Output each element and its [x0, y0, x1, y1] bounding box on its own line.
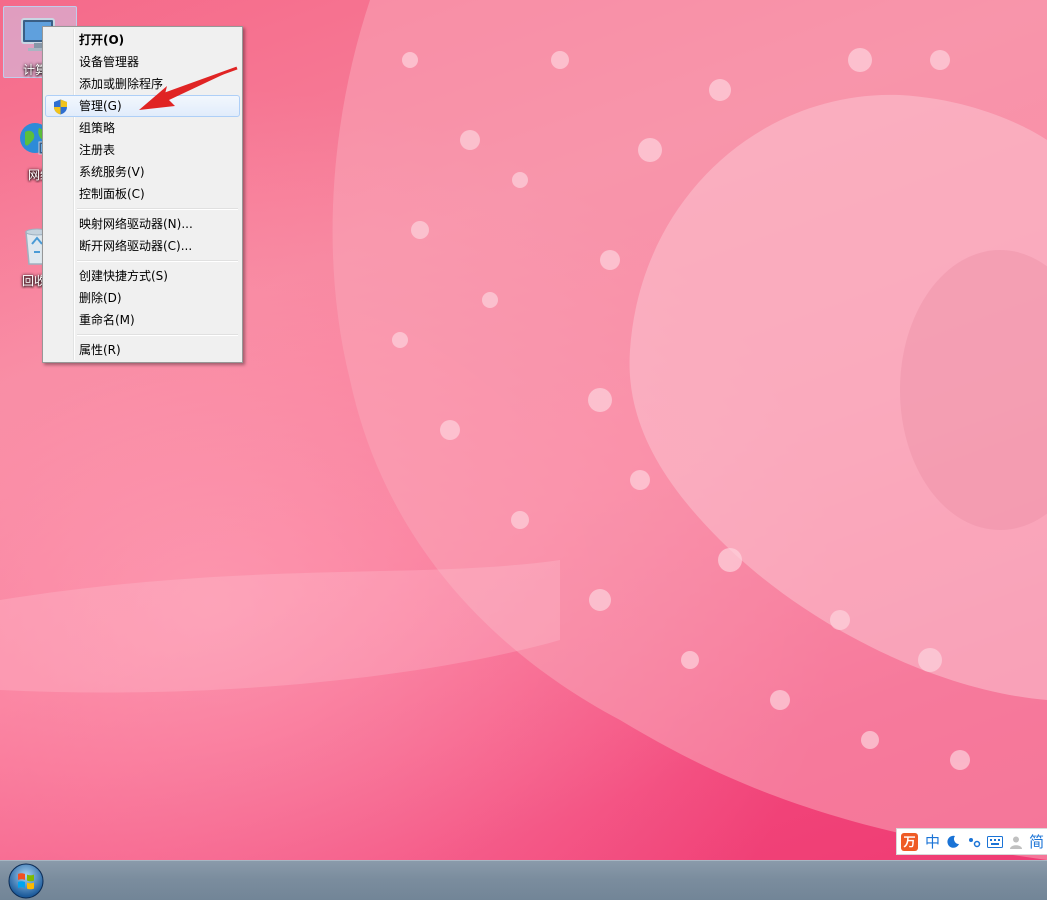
ime-layout-toggle[interactable]: 简 [1026, 831, 1047, 853]
half-width-moon-icon[interactable] [943, 831, 964, 853]
menu-separator [77, 205, 240, 213]
menu-item-system-services[interactable]: 系统服务(V) [45, 161, 240, 183]
soft-keyboard-icon[interactable] [985, 831, 1006, 853]
menu-item-properties[interactable]: 属性(R) [45, 339, 240, 361]
user-icon[interactable] [1005, 831, 1026, 853]
menu-item-control-panel[interactable]: 控制面板(C) [45, 183, 240, 205]
ime-logo-icon[interactable]: 万 [901, 832, 919, 851]
menu-separator [77, 257, 240, 265]
menu-item-map-network-drive[interactable]: 映射网络驱动器(N)... [45, 213, 240, 235]
menu-item-disconnect-network-drive[interactable]: 断开网络驱动器(C)... [45, 235, 240, 257]
menu-item-group-policy[interactable]: 组策略 [45, 117, 240, 139]
menu-item-rename[interactable]: 重命名(M) [45, 309, 240, 331]
ime-toolbar[interactable]: 万 中 简 [896, 828, 1047, 855]
start-button-windows-orb-icon[interactable] [5, 862, 47, 900]
menu-separator [77, 331, 240, 339]
taskbar [0, 860, 1047, 900]
menu-item-open[interactable]: 打开(O) [45, 29, 240, 51]
punctuation-icon[interactable] [964, 831, 985, 853]
menu-item-create-shortcut[interactable]: 创建快捷方式(S) [45, 265, 240, 287]
menu-item-delete[interactable]: 删除(D) [45, 287, 240, 309]
menu-item-registry[interactable]: 注册表 [45, 139, 240, 161]
uac-shield-icon [54, 99, 67, 115]
ime-mode-toggle[interactable]: 中 [922, 831, 943, 853]
annotation-arrow [139, 66, 238, 110]
